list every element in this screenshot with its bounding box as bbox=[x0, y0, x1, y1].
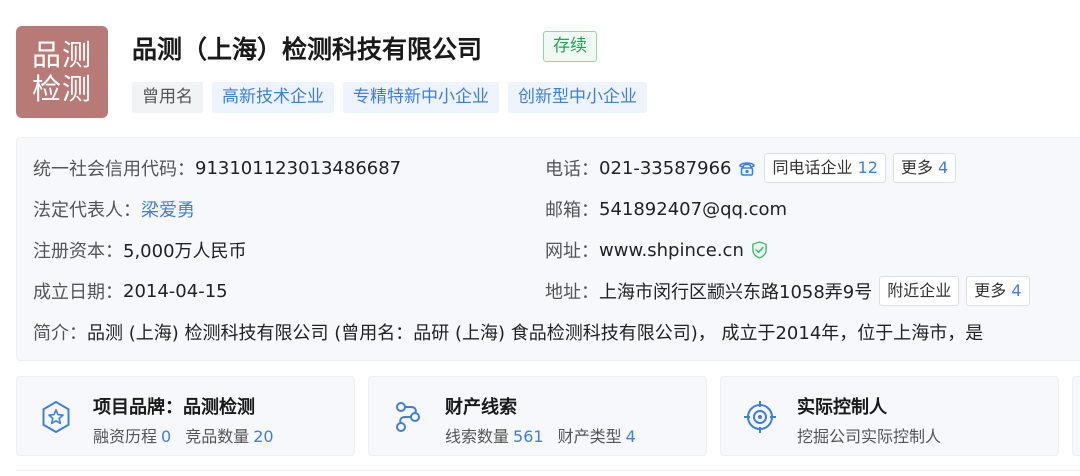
verified-shield-icon bbox=[752, 241, 767, 259]
address-more-label: 更多 bbox=[974, 281, 1007, 300]
website-row: 网址： www.shpince.cn bbox=[545, 236, 769, 264]
competitor-label: 竞品数量 bbox=[185, 427, 250, 446]
logo-line-2: 检测 bbox=[31, 72, 92, 106]
same-phone-label: 同电话企业 bbox=[772, 158, 853, 177]
capital-row: 注册资本： 5,000万人民币 bbox=[33, 236, 247, 264]
credit-code-row: 统一社会信用代码： 913101123013486687 bbox=[33, 154, 401, 182]
financing-count[interactable]: 0 bbox=[161, 427, 171, 446]
nearby-companies-button[interactable]: 附近企业 bbox=[879, 276, 960, 306]
phone-icon[interactable] bbox=[737, 158, 757, 178]
info-panel: 统一社会信用代码： 913101123013486687 法定代表人： 梁爱勇 … bbox=[16, 137, 1080, 361]
phone-row: 电话： 021-33587966 同电话企业 12 更多 4 bbox=[545, 153, 957, 183]
address-more-button[interactable]: 更多 4 bbox=[966, 276, 1030, 306]
capital-value: 5,000万人民币 bbox=[123, 241, 247, 262]
founded-row: 成立日期： 2014-04-15 bbox=[33, 277, 228, 305]
email-value: 541892407@qq.com bbox=[599, 198, 788, 220]
phone-label: 电话： bbox=[545, 159, 599, 180]
address-value: 上海市闵行区颛兴东路1058弄9号 bbox=[599, 282, 873, 303]
tag-high-tech[interactable]: 高新技术企业 bbox=[212, 82, 334, 113]
controller-card-title: 实际控制人 bbox=[797, 397, 887, 418]
property-card-title: 财产线索 bbox=[445, 397, 517, 418]
property-card[interactable]: 财产线索 线索数量 561 财产类型 4 bbox=[368, 376, 707, 456]
clue-count[interactable]: 561 bbox=[513, 427, 544, 446]
phone-more-count: 4 bbox=[938, 158, 949, 177]
address-label: 地址： bbox=[545, 282, 599, 303]
same-phone-companies-button[interactable]: 同电话企业 12 bbox=[764, 153, 886, 183]
credit-code-label: 统一社会信用代码： bbox=[33, 159, 195, 180]
bottom-divider bbox=[16, 470, 1080, 471]
phone-more-label: 更多 bbox=[900, 158, 933, 177]
brand-card-stats: 融资历程 0 竞品数量 20 bbox=[93, 423, 288, 447]
property-clue-icon bbox=[396, 402, 420, 432]
website-value[interactable]: www.shpince.cn bbox=[599, 240, 744, 261]
company-logo: 品测 检测 bbox=[16, 26, 108, 118]
credit-code-value: 913101123013486687 bbox=[195, 157, 402, 179]
email-row: 邮箱： 541892407@qq.com bbox=[545, 195, 787, 223]
founded-label: 成立日期： bbox=[33, 282, 123, 303]
legal-rep-label: 法定代表人： bbox=[33, 200, 141, 221]
property-card-stats: 线索数量 561 财产类型 4 bbox=[445, 423, 650, 447]
company-name: 品测（上海）检测科技有限公司 bbox=[132, 35, 483, 64]
phone-more-button[interactable]: 更多 4 bbox=[892, 153, 957, 183]
clue-count-label: 线索数量 bbox=[445, 427, 510, 446]
legal-rep-link[interactable]: 梁爱勇 bbox=[141, 196, 195, 222]
website-label: 网址： bbox=[545, 241, 599, 262]
next-card-partial[interactable] bbox=[1072, 376, 1080, 456]
financing-label: 融资历程 bbox=[93, 427, 158, 446]
controller-card[interactable]: 实际控制人 挖掘公司实际控制人 bbox=[720, 376, 1059, 456]
email-label: 邮箱： bbox=[545, 200, 599, 221]
legal-rep-row: 法定代表人： 梁爱勇 bbox=[33, 195, 195, 223]
brand-card-title: 项目品牌：品测检测 bbox=[93, 397, 255, 418]
phone-value: 021-33587966 bbox=[599, 157, 732, 179]
brand-card[interactable]: 项目品牌：品测检测 融资历程 0 竞品数量 20 bbox=[16, 376, 355, 456]
tag-innovative-sme[interactable]: 创新型中小企业 bbox=[508, 82, 647, 113]
tag-list: 曾用名 高新技术企业 专精特新中小企业 创新型中小企业 bbox=[132, 82, 647, 113]
intro-text: 品测 (上海) 检测科技有限公司 (曾用名：品研 (上海) 食品检测科技有限公司… bbox=[87, 323, 984, 344]
status-badge: 存续 bbox=[543, 31, 597, 62]
controller-card-subtitle: 挖掘公司实际控制人 bbox=[797, 427, 942, 446]
logo-line-1: 品测 bbox=[31, 38, 92, 72]
tag-former-name[interactable]: 曾用名 bbox=[132, 82, 203, 113]
property-type-label: 财产类型 bbox=[557, 427, 622, 446]
founded-value: 2014-04-15 bbox=[123, 280, 228, 302]
intro-label: 简介： bbox=[33, 323, 87, 344]
tag-specialized-sme[interactable]: 专精特新中小企业 bbox=[343, 82, 499, 113]
same-phone-count: 12 bbox=[857, 158, 878, 177]
intro-row: 简介： 品测 (上海) 检测科技有限公司 (曾用名：品研 (上海) 食品检测科技… bbox=[33, 318, 1079, 346]
competitor-count[interactable]: 20 bbox=[253, 427, 273, 446]
address-row: 地址： 上海市闵行区颛兴东路1058弄9号 附近企业 更多 4 bbox=[545, 276, 1030, 306]
target-icon bbox=[744, 401, 776, 433]
property-type-count[interactable]: 4 bbox=[626, 427, 636, 446]
brand-star-icon bbox=[42, 401, 70, 433]
capital-label: 注册资本： bbox=[33, 241, 123, 262]
address-more-count: 4 bbox=[1011, 281, 1022, 300]
